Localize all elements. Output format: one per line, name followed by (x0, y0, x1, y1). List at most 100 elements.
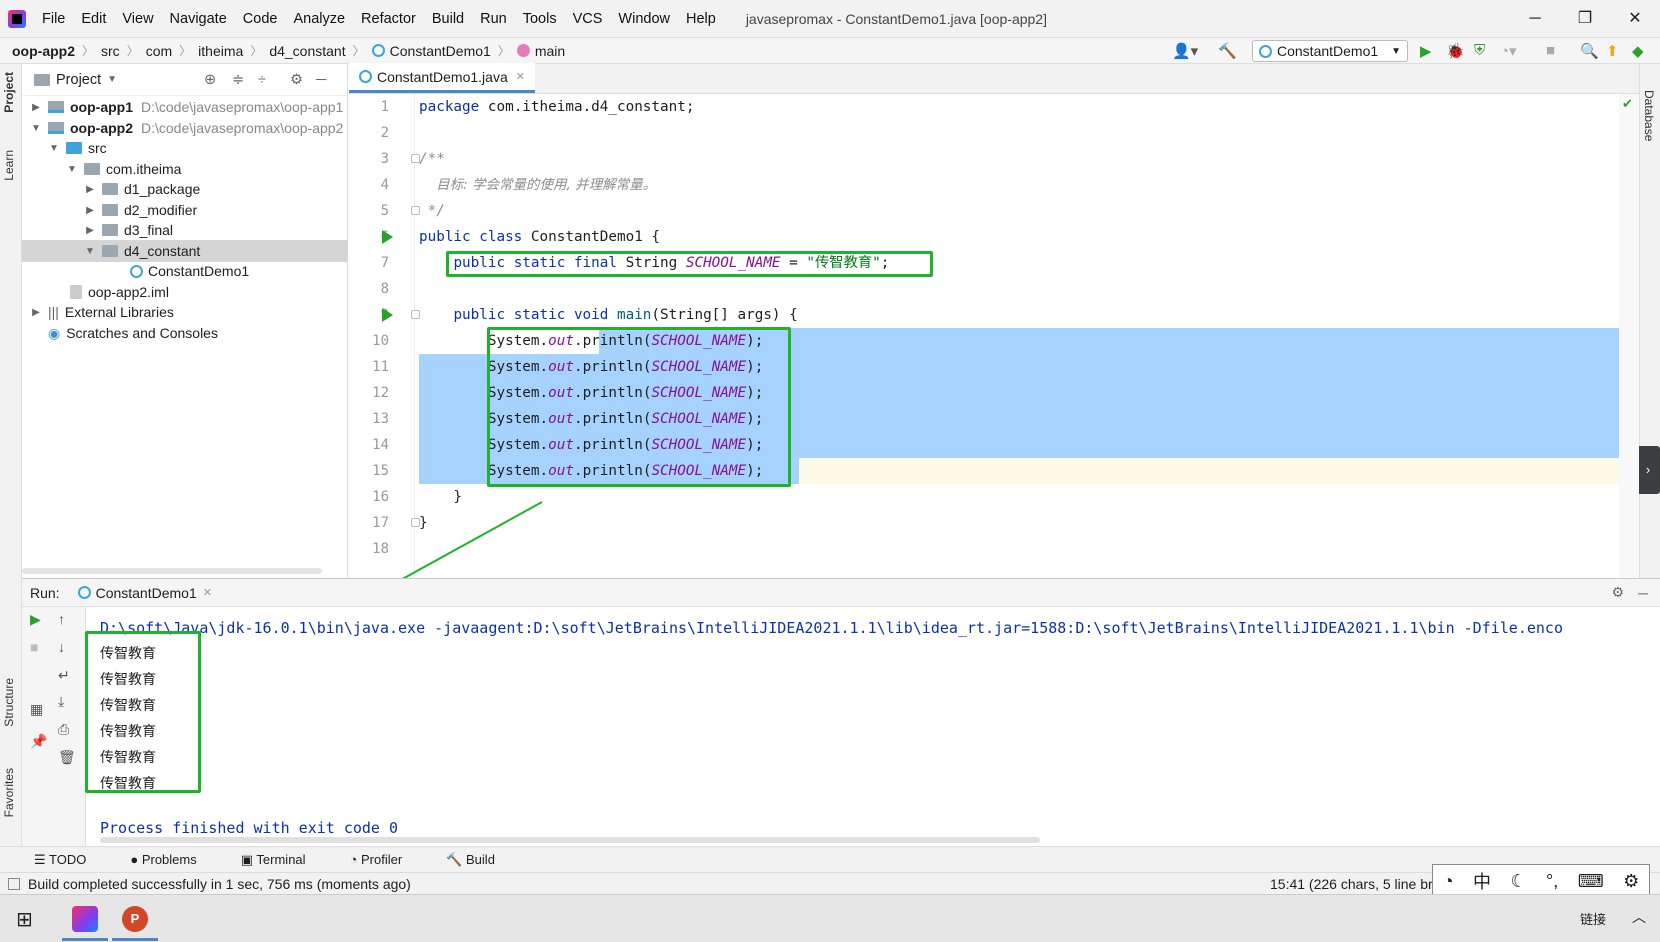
tree-item-com-itheima[interactable]: ▼ com.itheima (22, 158, 348, 180)
stop-icon[interactable]: ■ (30, 639, 38, 655)
menu-code[interactable]: Code (235, 11, 286, 27)
restore-icon[interactable]: ❐ (1560, 0, 1610, 38)
gear-icon[interactable]: ⚙ (1611, 584, 1624, 601)
collapse-all-icon[interactable]: ÷ (258, 72, 266, 88)
tree-item-oop-app1[interactable]: ▶ oop-app1 D:\code\javasepromax\oop-app1 (22, 96, 348, 118)
chevron-down-icon[interactable]: ▼ (107, 74, 117, 85)
tree-item-external-libraries[interactable]: ▶ ||| External Libraries (22, 301, 348, 323)
search-icon[interactable]: 🔍 (1580, 42, 1599, 60)
terminal-tab[interactable]: ▣ Terminal (241, 852, 328, 868)
chevron-down-icon[interactable]: ▼ (84, 246, 96, 257)
build-hammer-icon[interactable]: 🔨 (1218, 42, 1237, 60)
tree-item-d4-constant[interactable]: ▼ d4_constant (22, 240, 348, 262)
breadcrumb-class[interactable]: ConstantDemo1 (371, 43, 491, 59)
menu-help[interactable]: Help (678, 11, 724, 27)
structure-tool-tab[interactable]: Structure (2, 678, 16, 727)
chevron-up-icon[interactable]: ︿ (1632, 907, 1646, 927)
trash-icon[interactable]: 🗑 (58, 749, 76, 766)
menu-edit[interactable]: Edit (73, 11, 114, 27)
breadcrumb-method[interactable]: main (516, 43, 565, 59)
menu-tools[interactable]: Tools (515, 11, 565, 27)
close-icon[interactable]: ✕ (203, 586, 212, 599)
chevron-down-icon[interactable]: ▼ (30, 123, 42, 134)
close-icon[interactable]: ✕ (516, 70, 525, 83)
run-icon[interactable]: ▶ (1420, 42, 1432, 60)
cursor-position[interactable]: 15:41 (226 chars, 5 line bre (1270, 876, 1440, 892)
run-configuration-select[interactable]: ConstantDemo1 ▼ (1252, 40, 1408, 62)
chevron-right-icon[interactable]: ▶ (30, 102, 42, 113)
menu-navigate[interactable]: Navigate (162, 11, 235, 27)
profile-icon[interactable]: ◔▾ (1500, 42, 1517, 60)
scroll-to-end-icon[interactable]: ⤓ (58, 693, 64, 710)
menu-build[interactable]: Build (424, 11, 472, 27)
status-toggle-icon[interactable] (8, 877, 20, 890)
hide-icon[interactable]: ─ (316, 72, 326, 88)
todo-tab[interactable]: ☰ TODO (34, 852, 108, 868)
soft-wrap-icon[interactable]: ↵ (58, 667, 70, 684)
tree-item-d2-modifier[interactable]: ▶ d2_modifier (22, 199, 348, 221)
problems-tab[interactable]: ● Problems (130, 852, 218, 867)
menu-vcs[interactable]: VCS (565, 11, 611, 27)
chevron-right-icon[interactable]: ▶ (30, 307, 42, 318)
tree-item-scratches[interactable]: ◉ Scratches and Consoles (22, 322, 348, 344)
tree-item-d1-package[interactable]: ▶ d1_package (22, 178, 348, 200)
arrow-down-icon[interactable]: ↓ (58, 639, 65, 655)
rerun-icon[interactable]: ▶ (30, 611, 41, 628)
gear-icon[interactable]: ⚙ (290, 72, 303, 88)
stop-icon[interactable]: ■ (1546, 42, 1555, 59)
locate-icon[interactable]: ⊕ (204, 72, 216, 88)
breadcrumb-itheima[interactable]: itheima (198, 43, 243, 59)
chevron-down-icon[interactable]: ▼ (48, 143, 60, 154)
ime-logo-icon[interactable]: ◔ (1443, 871, 1454, 892)
editor-tab-constantdemo1[interactable]: ConstantDemo1.java ✕ (349, 63, 535, 93)
windows-start-icon[interactable]: ⊞ (16, 907, 33, 932)
taskbar-intellij[interactable] (62, 899, 108, 941)
project-tool-tab[interactable]: Project (2, 72, 16, 113)
pin-icon[interactable]: 📌 (30, 733, 47, 750)
layout-icon[interactable]: ▦ (30, 701, 43, 718)
database-tool-tab[interactable]: Database (1642, 90, 1656, 141)
run-class-icon[interactable] (382, 230, 393, 244)
tree-item-iml[interactable]: oop-app2.iml (22, 281, 348, 303)
ime-mode-label[interactable]: 中 (1473, 868, 1491, 894)
close-icon[interactable]: ✕ (1610, 0, 1660, 38)
minimize-icon[interactable]: ─ (1510, 0, 1560, 38)
run-main-icon[interactable] (382, 308, 393, 322)
chevron-down-icon[interactable]: ▼ (66, 164, 78, 175)
run-tab[interactable]: ConstantDemo1 ✕ (77, 585, 212, 601)
coverage-icon[interactable]: ⛨ (1474, 42, 1485, 59)
plugin-icon[interactable]: ◆ (1632, 42, 1644, 60)
profiler-tab[interactable]: ◔ Profiler (350, 852, 425, 867)
learn-tool-tab[interactable]: Learn (2, 150, 16, 181)
chevron-right-icon[interactable]: ▶ (84, 205, 96, 216)
debug-icon[interactable]: 🐞 (1446, 42, 1465, 60)
expand-all-icon[interactable]: ≑ (232, 72, 244, 88)
favorites-tool-tab[interactable]: Favorites (2, 768, 16, 817)
print-icon[interactable]: ⎙ (58, 721, 69, 738)
hide-icon[interactable]: ─ (1638, 585, 1648, 601)
project-panel-title[interactable]: Project (56, 72, 101, 88)
user-icon[interactable]: 👤▾ (1172, 42, 1198, 60)
chevron-right-icon[interactable]: ▶ (84, 225, 96, 236)
menu-window[interactable]: Window (610, 11, 678, 27)
tree-item-src[interactable]: ▼ src (22, 137, 348, 159)
tree-item-d3-final[interactable]: ▶ d3_final (22, 219, 348, 241)
punctuation-icon[interactable]: °, (1546, 871, 1558, 892)
horizontal-scrollbar[interactable] (100, 837, 1040, 843)
moon-icon[interactable]: ☾ (1510, 871, 1526, 892)
build-tab[interactable]: 🔨 Build (446, 852, 517, 868)
update-icon[interactable]: ⬆ (1606, 42, 1619, 60)
horizontal-scrollbar[interactable] (22, 568, 322, 574)
menu-file[interactable]: File (34, 11, 73, 27)
keyboard-icon[interactable]: ⌨ (1578, 871, 1604, 892)
taskbar-powerpoint[interactable]: P (112, 899, 158, 941)
breadcrumb-src[interactable]: src (101, 43, 120, 59)
arrow-up-icon[interactable]: ↑ (58, 611, 65, 627)
menu-view[interactable]: View (114, 11, 161, 27)
breadcrumb-project[interactable]: oop-app2 (12, 43, 75, 59)
tree-item-constantdemo1[interactable]: ConstantDemo1 (22, 260, 348, 282)
breadcrumb-com[interactable]: com (146, 43, 172, 59)
breadcrumb-package[interactable]: d4_constant (269, 43, 345, 59)
menu-refactor[interactable]: Refactor (353, 11, 424, 27)
expand-panel-button[interactable]: › (1636, 446, 1660, 494)
